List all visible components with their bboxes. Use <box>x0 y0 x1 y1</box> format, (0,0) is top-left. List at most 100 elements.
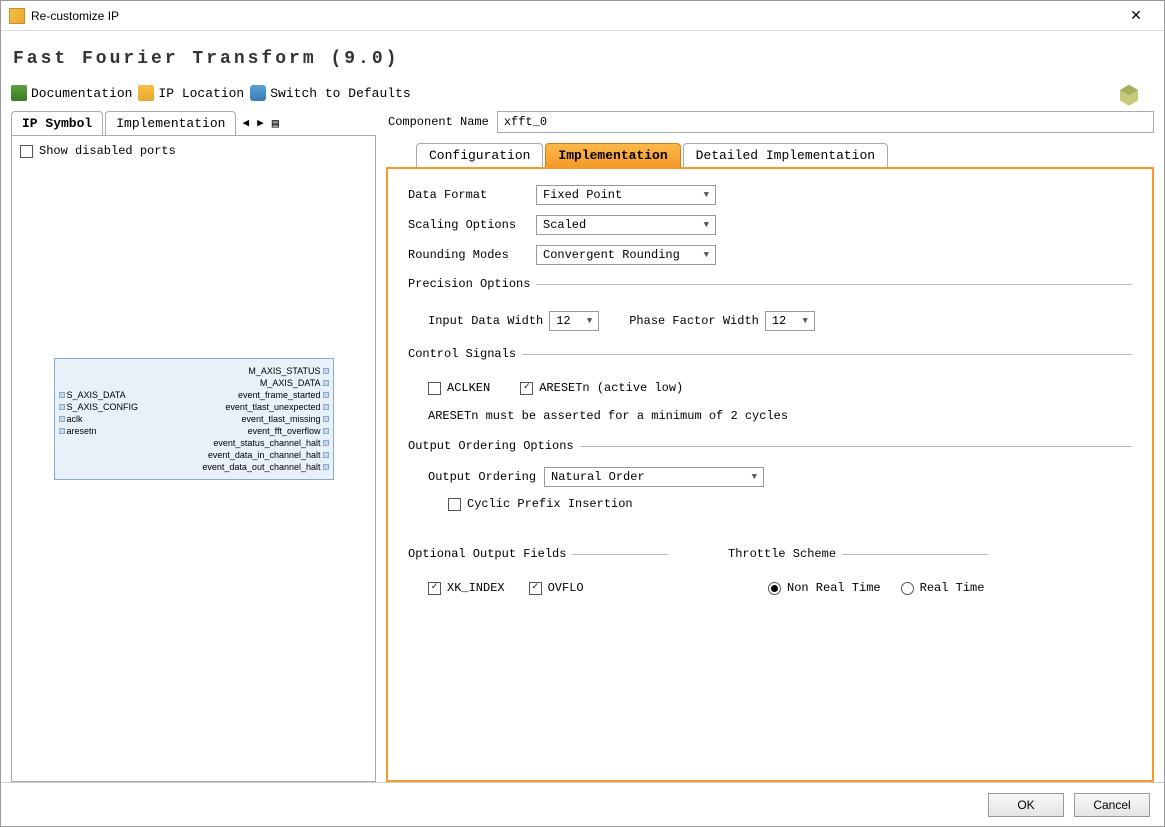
precision-options-group: Precision Options Input Data Width 12 ▼ … <box>408 277 1132 335</box>
checkbox-checked-icon: ✓ <box>520 382 533 395</box>
port-icon <box>323 368 329 374</box>
optional-fields-legend: Optional Output Fields <box>408 547 572 561</box>
component-name-label: Component Name <box>388 115 489 129</box>
switch-defaults-label: Switch to Defaults <box>270 86 410 101</box>
ovflo-label: OVFLO <box>548 581 584 595</box>
port-label: event_frame_started <box>238 390 321 400</box>
cancel-button[interactable]: Cancel <box>1074 793 1150 817</box>
port-label: event_data_out_channel_halt <box>202 462 320 472</box>
ip-symbol-body: Show disabled ports M_AXIS_STATUS M_AXIS… <box>11 135 376 782</box>
port-icon <box>59 416 65 422</box>
close-icon[interactable]: ✕ <box>1116 7 1156 24</box>
aclken-label: ACLKEN <box>447 381 490 395</box>
tab-detailed-implementation[interactable]: Detailed Implementation <box>683 143 888 167</box>
cyclic-prefix-checkbox[interactable]: Cyclic Prefix Insertion <box>448 497 633 511</box>
chevron-down-icon: ▼ <box>704 250 709 260</box>
output-ordering-legend: Output Ordering Options <box>408 439 580 453</box>
app-icon <box>9 8 25 24</box>
tab-implementation[interactable]: Implementation <box>545 143 680 167</box>
select-value: 12 <box>556 314 570 328</box>
main-content: IP Symbol Implementation ◀ ▶ ▤ Show disa… <box>1 111 1164 782</box>
realtime-radio[interactable]: Real Time <box>901 581 985 595</box>
optional-output-fields-group: Optional Output Fields ✓ XK_INDEX ✓ OVFL… <box>408 547 668 599</box>
port-icon <box>323 416 329 422</box>
port-label: S_AXIS_CONFIG <box>67 402 139 412</box>
checkbox-icon <box>448 498 461 511</box>
aresetn-note: ARESETn must be asserted for a minimum o… <box>428 409 1128 423</box>
component-name-input[interactable] <box>497 111 1154 133</box>
left-tabs: IP Symbol Implementation ◀ ▶ ▤ <box>11 111 376 135</box>
checkbox-icon <box>20 145 33 158</box>
output-ordering-select[interactable]: Natural Order ▼ <box>544 467 764 487</box>
right-tabs: Configuration Implementation Detailed Im… <box>416 143 1154 167</box>
port-label: M_AXIS_DATA <box>260 378 321 388</box>
port-label: event_tlast_missing <box>241 414 320 424</box>
xk-index-label: XK_INDEX <box>447 581 505 595</box>
right-panel: Component Name Configuration Implementat… <box>386 111 1154 782</box>
rounding-modes-label: Rounding Modes <box>408 248 528 262</box>
component-name-row: Component Name <box>386 111 1154 133</box>
refresh-icon <box>250 85 266 101</box>
documentation-link[interactable]: Documentation <box>11 85 132 101</box>
show-disabled-label: Show disabled ports <box>39 144 176 158</box>
xk-index-checkbox[interactable]: ✓ XK_INDEX <box>428 581 505 595</box>
scaling-options-select[interactable]: Scaled ▼ <box>536 215 716 235</box>
output-ordering-group: Output Ordering Options Output Ordering … <box>408 439 1132 515</box>
footer: OK Cancel <box>1 782 1164 826</box>
radio-checked-icon <box>768 582 781 595</box>
phase-factor-width-select[interactable]: 12 ▼ <box>765 311 815 331</box>
non-realtime-radio[interactable]: Non Real Time <box>768 581 881 595</box>
port-label: event_data_in_channel_halt <box>208 450 321 460</box>
show-disabled-ports-checkbox[interactable]: Show disabled ports <box>20 144 367 158</box>
data-format-select[interactable]: Fixed Point ▼ <box>536 185 716 205</box>
port-icon <box>323 392 329 398</box>
tab-configuration[interactable]: Configuration <box>416 143 543 167</box>
select-value: Scaled <box>543 218 586 232</box>
ip-location-label: IP Location <box>158 86 244 101</box>
cyclic-label: Cyclic Prefix Insertion <box>467 497 633 511</box>
port-label: event_status_channel_halt <box>213 438 320 448</box>
aclken-checkbox[interactable]: ACLKEN <box>428 381 490 395</box>
ip-block-diagram: M_AXIS_STATUS M_AXIS_DATA S_AXIS_DATAeve… <box>54 358 334 480</box>
data-format-label: Data Format <box>408 188 528 202</box>
select-value: Convergent Rounding <box>543 248 680 262</box>
non-realtime-label: Non Real Time <box>787 581 881 595</box>
realtime-label: Real Time <box>920 581 985 595</box>
folder-icon <box>138 85 154 101</box>
header: Fast Fourier Transform (9.0) <box>1 31 1164 81</box>
book-icon <box>11 85 27 101</box>
switch-defaults-link[interactable]: Switch to Defaults <box>250 85 410 101</box>
input-data-width-label: Input Data Width <box>428 314 543 328</box>
checkbox-checked-icon: ✓ <box>529 582 542 595</box>
documentation-label: Documentation <box>31 86 132 101</box>
aresetn-checkbox[interactable]: ✓ ARESETn (active low) <box>520 381 683 395</box>
tab-next-icon[interactable]: ▶ <box>253 116 268 130</box>
tab-ip-symbol[interactable]: IP Symbol <box>11 111 103 135</box>
chevron-down-icon: ▼ <box>752 472 757 482</box>
output-ordering-label: Output Ordering <box>428 470 536 484</box>
port-icon <box>59 404 65 410</box>
port-icon <box>323 380 329 386</box>
tab-prev-icon[interactable]: ◀ <box>238 116 253 130</box>
tab-menu-icon[interactable]: ▤ <box>268 116 283 131</box>
chevron-down-icon: ▼ <box>704 220 709 230</box>
left-panel: IP Symbol Implementation ◀ ▶ ▤ Show disa… <box>11 111 376 782</box>
ovflo-checkbox[interactable]: ✓ OVFLO <box>529 581 584 595</box>
port-icon <box>323 404 329 410</box>
control-legend: Control Signals <box>408 347 522 361</box>
toolbar: Documentation IP Location Switch to Defa… <box>1 81 1164 111</box>
select-value: Fixed Point <box>543 188 622 202</box>
port-label: aresetn <box>67 426 97 436</box>
chevron-down-icon: ▼ <box>704 190 709 200</box>
input-data-width-select[interactable]: 12 ▼ <box>549 311 599 331</box>
throttle-legend: Throttle Scheme <box>728 547 842 561</box>
rounding-modes-select[interactable]: Convergent Rounding ▼ <box>536 245 716 265</box>
chevron-down-icon: ▼ <box>587 316 592 326</box>
ip-location-link[interactable]: IP Location <box>138 85 244 101</box>
titlebar: Re-customize IP ✕ <box>1 1 1164 31</box>
scaling-options-label: Scaling Options <box>408 218 528 232</box>
checkbox-checked-icon: ✓ <box>428 582 441 595</box>
radio-icon <box>901 582 914 595</box>
tab-implementation-left[interactable]: Implementation <box>105 111 236 135</box>
ok-button[interactable]: OK <box>988 793 1064 817</box>
